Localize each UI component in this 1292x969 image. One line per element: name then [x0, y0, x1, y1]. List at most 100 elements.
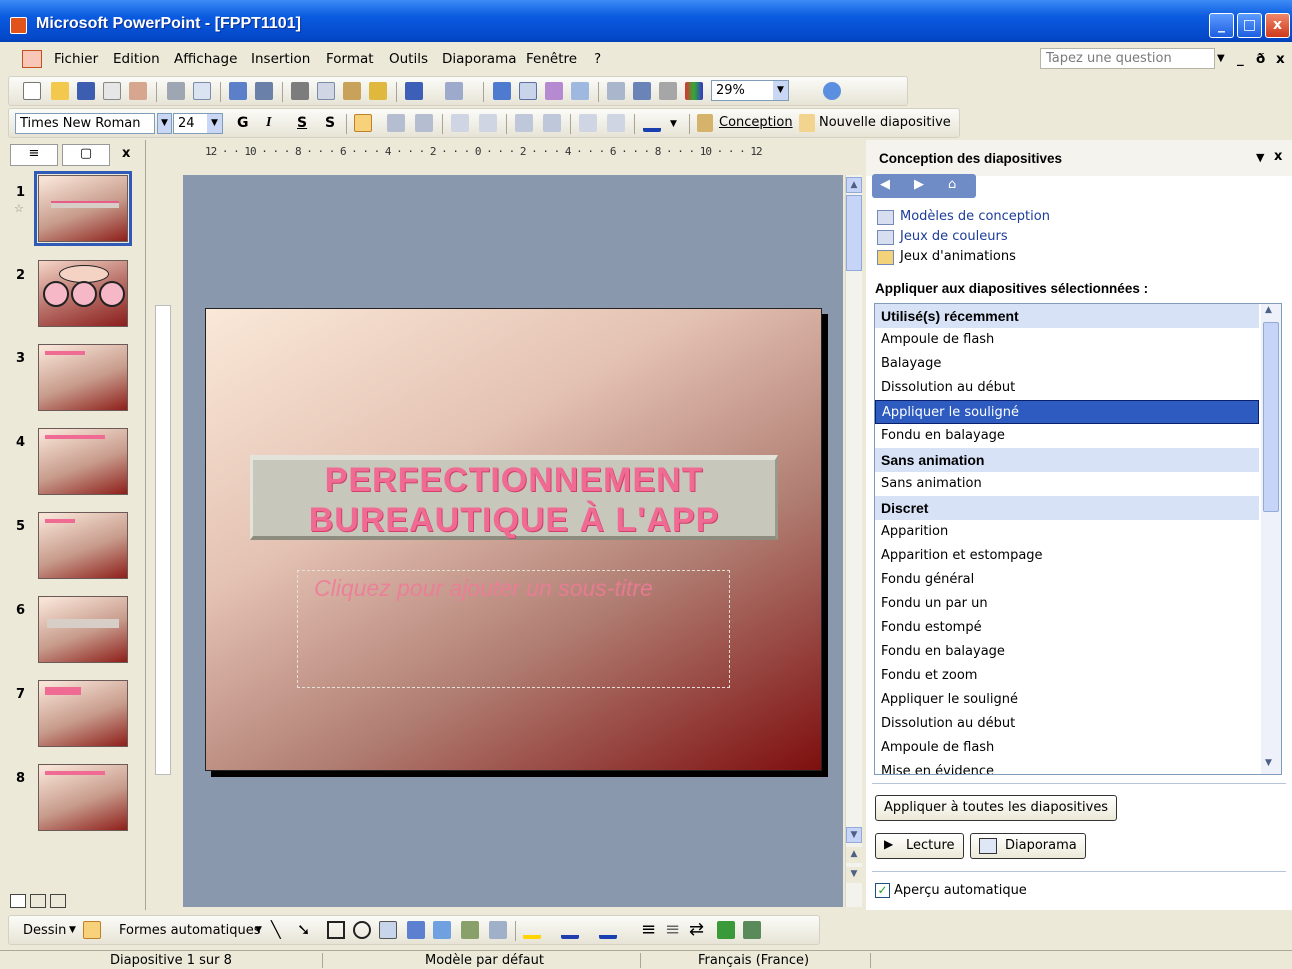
apply-all-button[interactable]: Appliquer à toutes les diapositives [875, 795, 1118, 821]
maximize-button[interactable]: □ [1237, 13, 1262, 38]
menu-fichier[interactable]: Fichier [54, 51, 98, 67]
undo-icon[interactable] [405, 82, 423, 100]
decrease-font-icon[interactable] [543, 114, 561, 132]
play-button[interactable]: ▶ Lecture [875, 833, 964, 859]
cut-icon[interactable] [291, 82, 309, 100]
zoom-combo[interactable]: 29% ▼ [711, 80, 789, 101]
3d-style-icon[interactable] [743, 921, 761, 939]
numbering-icon[interactable] [451, 114, 469, 132]
textbox-icon[interactable] [379, 921, 397, 939]
print-icon[interactable] [167, 82, 185, 100]
link-animation-schemes[interactable]: Jeux d'animations [900, 249, 1016, 264]
slide-thumbnail-1[interactable] [34, 171, 132, 246]
list-item[interactable]: Dissolution au début [875, 712, 1259, 736]
menu-diaporama[interactable]: Diaporama [442, 51, 517, 67]
table-icon[interactable] [519, 82, 537, 100]
scroll-down-icon[interactable]: ▼ [846, 827, 862, 843]
slide-thumbnail-8[interactable] [38, 764, 128, 831]
scroll-thumb[interactable] [846, 195, 862, 271]
line-color-icon[interactable] [561, 921, 579, 939]
next-slide-icon[interactable]: ▼ [846, 867, 862, 883]
clipart-icon[interactable] [461, 921, 479, 939]
question-input[interactable]: Tapez une question [1040, 48, 1215, 69]
list-item[interactable]: Sans animation [875, 472, 1259, 496]
document-icon[interactable] [22, 50, 42, 68]
home-icon[interactable]: ⌂ [948, 177, 956, 192]
oval-icon[interactable] [353, 921, 371, 939]
close-button[interactable]: x [1265, 13, 1290, 38]
chart-icon[interactable] [493, 82, 511, 100]
menu-affichage[interactable]: Affichage [174, 51, 237, 67]
shadow-style-icon[interactable] [717, 921, 735, 939]
increase-font-icon[interactable] [515, 114, 533, 132]
slide-scrollbar[interactable]: ▲ ▼ ▲ ▼ [845, 175, 862, 907]
menu-edition[interactable]: Edition [113, 51, 160, 67]
chevron-down-icon[interactable]: ▼ [670, 119, 677, 129]
doc-minimize-button[interactable]: _ [1237, 51, 1244, 67]
link-design-templates[interactable]: Modèles de conception [900, 209, 1050, 224]
slide-thumbnail-5[interactable] [38, 512, 128, 579]
list-item[interactable]: Balayage [875, 352, 1259, 376]
picture-icon[interactable] [489, 921, 507, 939]
new-slide-button[interactable]: Nouvelle diapositive [819, 115, 951, 130]
list-item[interactable]: Ampoule de flash [875, 736, 1259, 760]
list-item-selected[interactable]: Appliquer le souligné [875, 400, 1259, 424]
task-pane-menu-icon[interactable]: ▼ [1256, 151, 1264, 164]
list-item[interactable]: Fondu et zoom [875, 664, 1259, 688]
doc-restore-button[interactable]: ð [1256, 51, 1265, 67]
expand-all-icon[interactable] [607, 82, 625, 100]
slide-thumbnail-4[interactable] [38, 428, 128, 495]
list-item[interactable]: Apparition et estompage [875, 544, 1259, 568]
paste-icon[interactable] [343, 82, 361, 100]
chevron-down-icon[interactable]: ▼ [255, 925, 262, 935]
design-button[interactable]: Conception [719, 115, 793, 130]
normal-view-icon[interactable] [10, 894, 26, 908]
font-size-combo[interactable]: 24 ▼ [173, 113, 223, 134]
show-formatting-icon[interactable] [633, 82, 651, 100]
line-style-icon[interactable]: ≡ [641, 919, 656, 940]
bold-button[interactable]: G [237, 115, 249, 131]
research-icon[interactable] [255, 82, 273, 100]
sorter-view-icon[interactable] [30, 894, 46, 908]
decrease-indent-icon[interactable] [579, 114, 597, 132]
forward-icon[interactable]: ▶ [914, 177, 924, 192]
diagram-icon[interactable] [433, 921, 451, 939]
fill-color-icon[interactable] [523, 921, 541, 939]
list-item[interactable]: Appliquer le souligné [875, 688, 1259, 712]
list-item[interactable]: Ampoule de flash [875, 328, 1259, 352]
autoshapes-button[interactable]: Formes automatiques [119, 923, 261, 938]
list-scroll-thumb[interactable] [1263, 322, 1279, 512]
tab-slides[interactable]: ▢ [62, 144, 110, 166]
align-center-icon[interactable] [387, 114, 405, 132]
scroll-up-icon[interactable]: ▲ [846, 177, 862, 193]
open-icon[interactable] [51, 82, 69, 100]
chevron-down-icon[interactable]: ▼ [207, 114, 222, 133]
list-item[interactable]: Fondu un par un [875, 592, 1259, 616]
tab-outline[interactable]: ≡ [10, 144, 58, 166]
list-item[interactable]: Fondu estompé [875, 616, 1259, 640]
align-left-icon[interactable] [354, 114, 372, 132]
draw-menu-button[interactable]: Dessin [23, 923, 66, 938]
arrow-style-icon[interactable]: ⇄ [689, 919, 704, 940]
slideshow-button[interactable]: Diaporama [970, 833, 1086, 859]
menu-help[interactable]: ? [594, 51, 601, 67]
email-icon[interactable] [129, 82, 147, 100]
slide-title-box[interactable]: PERFECTIONNEMENT BUREAUTIQUE À L'APP [250, 455, 778, 540]
minimize-button[interactable]: _ [1209, 13, 1234, 38]
line-icon[interactable]: ╲ [271, 920, 281, 939]
print-preview-icon[interactable] [193, 82, 211, 100]
new-icon[interactable] [23, 82, 41, 100]
subtitle-placeholder[interactable]: Cliquez pour ajouter un sous-titre [297, 570, 730, 688]
list-item[interactable]: Dissolution au début [875, 376, 1259, 400]
close-panel-icon[interactable]: x [122, 146, 130, 168]
list-item[interactable]: Fondu en balayage [875, 424, 1259, 448]
font-color-icon[interactable] [599, 921, 617, 939]
menu-format[interactable]: Format [326, 51, 374, 67]
spelling-icon[interactable] [229, 82, 247, 100]
list-scrollbar[interactable]: ▲ ▼ [1261, 304, 1281, 774]
slide-thumbnail-3[interactable] [38, 344, 128, 411]
slide-thumbnail-7[interactable] [38, 680, 128, 747]
underline-button[interactable]: S [297, 115, 307, 131]
align-right-icon[interactable] [415, 114, 433, 132]
slide-thumbnail-2[interactable] [38, 260, 128, 327]
